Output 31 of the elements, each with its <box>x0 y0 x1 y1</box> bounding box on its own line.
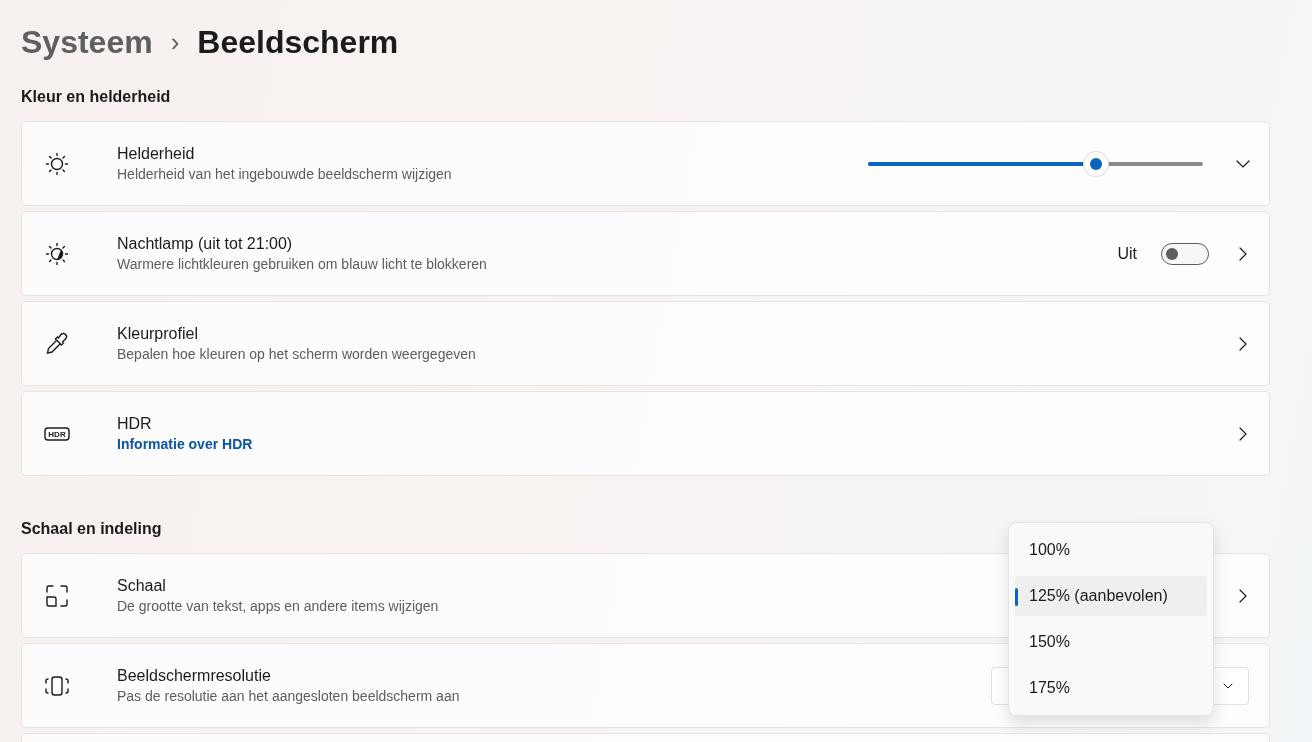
brightness-slider[interactable] <box>868 151 1203 176</box>
breadcrumb-link[interactable]: Systeem <box>21 23 153 61</box>
menu-option[interactable]: 175% <box>1015 668 1207 708</box>
scale-icon <box>44 582 70 609</box>
setting-title: Kleurprofiel <box>117 325 199 343</box>
menu-option[interactable]: 100% <box>1015 530 1207 570</box>
toggle-switch[interactable] <box>1161 242 1209 265</box>
settings-card[interactable]: HDR HDR Informatie over HDR <box>21 391 1270 476</box>
setting-description: De grootte van tekst, apps en andere items wijzigen <box>117 598 440 614</box>
menu-option[interactable]: 125% (aanbevolen) <box>1015 576 1207 616</box>
section-title: Schaal en indeling <box>21 520 163 539</box>
settings-card[interactable]: Kleurprofiel Bepalen hoe kleuren op het scherm worden weergegeven <box>21 301 1270 386</box>
setting-title: Nachtlamp (uit tot 21:00) <box>117 235 294 253</box>
setting-title: Beeldschermresolutie <box>117 667 272 685</box>
setting-title: HDR <box>117 415 153 433</box>
section-title: Kleur en helderheid <box>21 88 172 107</box>
sun-icon <box>44 240 70 267</box>
page-title: Beeldscherm <box>197 23 399 61</box>
setting-title: Helderheid <box>117 145 196 163</box>
setting-description: Bepalen hoe kleuren op het scherm worden weergegeven <box>117 346 477 362</box>
settings-card[interactable]: Nachtlamp (uit tot 21:00) Warmere lichtkleuren gebruiken om blauw licht te blokkeren Uit <box>21 211 1270 296</box>
sun-icon <box>44 150 70 177</box>
setting-description: Warmere lichtkleuren gebruiken om blauw licht te blokkeren <box>117 256 488 272</box>
eyedropper-icon <box>44 330 70 357</box>
slider-thumb[interactable] <box>1083 151 1108 176</box>
setting-description: Pas de resolutie aan het aangesloten beeldscherm aan <box>117 688 461 704</box>
setting-description: Helderheid van het ingebouwde beeldscherm wijzigen <box>117 166 453 182</box>
settings-card[interactable]: Helderheid Helderheid van het ingebouwde beeldscherm wijzigen <box>21 121 1270 206</box>
breadcrumb-separator: › <box>170 26 180 58</box>
info-link[interactable]: Informatie over HDR <box>117 436 1227 452</box>
toggle-label: Uit <box>1117 244 1137 263</box>
